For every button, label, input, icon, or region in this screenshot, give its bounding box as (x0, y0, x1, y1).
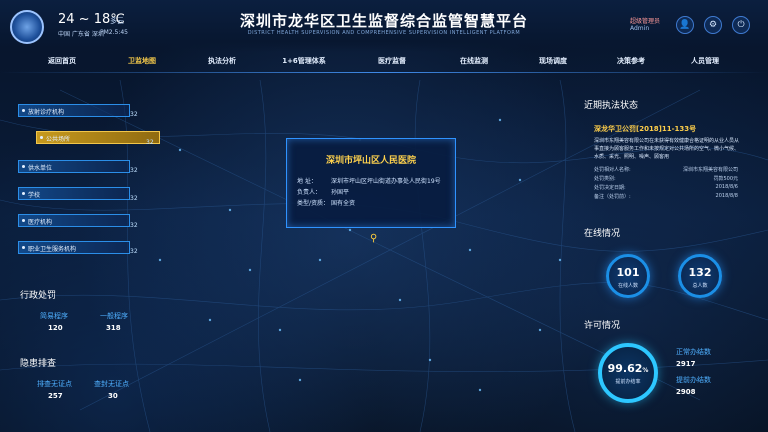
category-medical-institution[interactable]: 医疗机构 (18, 214, 130, 227)
settings-icon[interactable]: ⚙ (704, 16, 722, 34)
bullet-icon (22, 246, 25, 249)
case-key: 备注（处罚前）: (594, 194, 631, 200)
online-count: 101 (616, 266, 640, 279)
treated-label: 查封无证点 (94, 380, 129, 388)
category-label: 放射诊疗机构 (28, 109, 65, 116)
category-label: 职业卫生服务机构 (28, 246, 77, 253)
popup-address: 地 址： 深圳市坪山区坪山街道办事处人民街19号 (297, 176, 441, 185)
bullet-icon (22, 109, 25, 112)
popup-value: 孙国平 (331, 189, 350, 196)
license-rate-label: 提前办结率 (615, 379, 641, 385)
online-count-circle: 101 在线人数 (606, 254, 650, 298)
popup-title: 深圳市坪山区人民医院 (325, 156, 416, 166)
category-label: 医疗机构 (28, 219, 53, 226)
popup-type: 类型/资质： 国有全资 (297, 198, 355, 207)
hazard-title: 隐患排查 (20, 359, 57, 369)
normal-completed-value: 2917 (676, 360, 696, 368)
case-description: 深圳市东翔美容有限公司在未获得有效健康合格证明的从业人员从事直接为顾客服务工作和… (594, 138, 740, 160)
category-occupational-health[interactable]: 职业卫生服务机构 (18, 241, 130, 254)
enforcement-title: 近期执法状态 (584, 101, 639, 111)
popup-key: 负责人： (297, 189, 322, 196)
nav-map[interactable]: 卫监地图 (128, 56, 156, 66)
category-water-supply[interactable]: 供水单位 (18, 160, 130, 173)
popup-value: 国有全资 (331, 200, 356, 207)
user-name: Admin (630, 25, 650, 32)
simple-procedure-value: 120 (48, 324, 63, 332)
license-rate-value: 99.62 (607, 362, 643, 375)
early-completed-label: 提前办结数 (676, 376, 711, 384)
license-title: 许可情况 (584, 321, 621, 331)
category-count: 32 (130, 222, 138, 229)
nav-decision-reference[interactable]: 决策参考 (617, 56, 645, 66)
category-school[interactable]: 学校 (18, 187, 130, 200)
category-label: 学校 (28, 192, 41, 199)
case-key: 处罚相对人名称: (594, 167, 631, 173)
category-count: 32 (130, 248, 138, 255)
total-count: 132 (688, 266, 712, 279)
total-count-label: 总人数 (692, 283, 708, 289)
category-label: 公共场所 (46, 136, 71, 143)
user-icon[interactable]: 👤 (676, 16, 694, 34)
case-key: 处罚类别: (594, 176, 616, 182)
license-rate: 99.62% (602, 362, 654, 375)
nav-divider (0, 72, 768, 73)
nav-home[interactable]: 返回首页 (48, 56, 76, 66)
popup-manager: 负责人： 孙国平 (297, 187, 349, 196)
total-count-circle: 132 总人数 (678, 254, 722, 298)
power-icon[interactable]: ⏻ (732, 16, 750, 34)
nav-management-system[interactable]: 1+6管理体系 (282, 56, 326, 66)
nav-online-monitoring[interactable]: 在线监测 (460, 56, 488, 66)
bullet-icon (22, 192, 25, 195)
popup-key: 地 址： (297, 178, 317, 185)
nav-medical-supervision[interactable]: 医疗监督 (378, 56, 406, 66)
case-value: 罚款500元 (713, 176, 738, 182)
case-key: 处罚决定日期: (594, 185, 626, 191)
category-count: 32 (130, 195, 138, 202)
bullet-icon (40, 136, 43, 139)
case-category: 处罚类别: 罚款500元 (594, 175, 738, 182)
bullet-icon (22, 165, 25, 168)
case-remark: 备注（处罚前）: 2018/8/8 (594, 193, 738, 200)
nav-onsite-dispatch[interactable]: 现场调度 (539, 56, 567, 66)
case-number[interactable]: 深龙华卫公罚[2018]11-133号 (594, 124, 696, 134)
popup-key: 类型/资质： (297, 200, 330, 207)
popup-value: 深圳市坪山区坪山街道办事处人民街19号 (331, 178, 441, 185)
early-completed-value: 2908 (676, 388, 696, 396)
main-nav: 返回首页 卫监地图 执法分析 1+6管理体系 医疗监督 在线监测 现场调度 决策… (0, 56, 768, 70)
nav-enforcement-analysis[interactable]: 执法分析 (208, 56, 236, 66)
license-rate-ring: 99.62% 提前办结率 (598, 343, 658, 403)
bullet-icon (22, 219, 25, 222)
header-bar: 24 ~ 18℃ 多云 中国 广东省 深圳 PM2.5:45 深圳市龙华区卫生监… (0, 0, 768, 52)
location-popup: 深圳市坪山区人民医院 地 址： 深圳市坪山区坪山街道办事处人民街19号 负责人： 孙… (286, 138, 456, 228)
category-label: 供水单位 (28, 165, 53, 172)
nav-personnel[interactable]: 人员管理 (691, 56, 719, 66)
untreated-value: 257 (48, 392, 63, 400)
case-decision-date: 处罚决定日期: 2018/8/6 (594, 184, 738, 191)
map-pin-icon[interactable]: ⚲ (370, 233, 377, 244)
simple-procedure-label: 简易程序 (40, 312, 68, 320)
case-value: 2018/8/8 (715, 193, 738, 199)
normal-completed-label: 正常办结数 (676, 348, 711, 356)
untreated-label: 排查无证点 (37, 380, 72, 388)
category-count: 32 (146, 139, 154, 146)
online-title: 在线情况 (584, 229, 621, 239)
category-radiology[interactable]: 放射诊疗机构 (18, 104, 130, 117)
treated-value: 30 (108, 392, 118, 400)
page-subtitle: DISTRICT HEALTH SUPERVISION AND COMPREHE… (247, 30, 521, 36)
user-role: 超级管理员 (630, 18, 661, 25)
license-rate-unit: % (642, 367, 649, 374)
category-public-places[interactable]: 公共场所 (36, 131, 160, 144)
general-procedure-value: 318 (106, 324, 121, 332)
admin-penalty-title: 行政处罚 (20, 291, 57, 301)
category-count: 32 (130, 167, 138, 174)
category-count: 32 (130, 111, 138, 118)
online-count-label: 在线人数 (617, 283, 638, 289)
general-procedure-label: 一般程序 (100, 312, 128, 320)
case-value: 2018/8/6 (715, 184, 738, 190)
case-value: 深圳市东翔美容有限公司 (682, 167, 738, 173)
case-party: 处罚相对人名称: 深圳市东翔美容有限公司 (594, 166, 738, 173)
